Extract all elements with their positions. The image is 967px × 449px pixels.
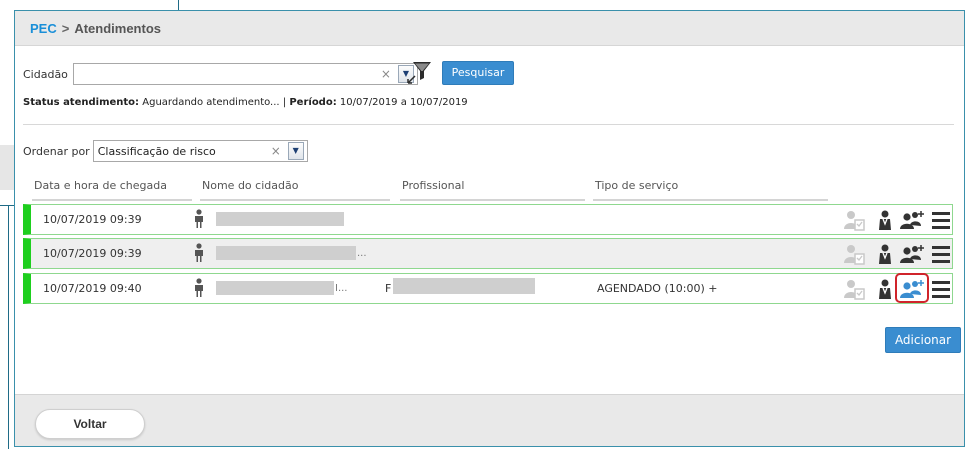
highlight-box: [895, 273, 929, 303]
status-separator: |: [282, 97, 287, 108]
person-standing-icon: [195, 243, 203, 262]
arrival-time: 10/07/2019 09:39: [43, 213, 142, 226]
guide-line-tick: [0, 205, 14, 206]
order-dropdown-icon[interactable]: ▼: [287, 142, 304, 160]
status-value: Aguardando atendimento...: [142, 97, 280, 108]
period-value: 10/07/2019 a 10/07/2019: [339, 97, 468, 108]
doctor-icon[interactable]: [877, 278, 893, 300]
back-button[interactable]: Voltar: [35, 409, 145, 439]
user-clipboard-icon[interactable]: [843, 209, 865, 231]
professional-name: F: [385, 282, 392, 295]
column-header-professional[interactable]: Profissional: [400, 177, 585, 201]
guide-line-left: [8, 205, 9, 449]
group-add-icon[interactable]: [899, 209, 925, 231]
citizen-name-redacted: [216, 246, 356, 260]
citizen-label: Cidadão: [23, 67, 68, 81]
divider: [23, 124, 954, 125]
footer-bar: Voltar: [15, 394, 964, 446]
hamburger-menu-icon[interactable]: [931, 209, 951, 231]
left-panel-edge: [0, 145, 14, 190]
order-combobox[interactable]: Classificação de risco × ▼: [92, 140, 308, 162]
breadcrumb: PEC > Atendimentos: [15, 11, 964, 46]
breadcrumb-link-pec[interactable]: PEC: [30, 21, 57, 36]
citizen-name-suffix: I...: [335, 283, 348, 294]
citizen-name-suffix: ...: [357, 248, 367, 259]
column-header-arrival[interactable]: Data e hora de chegada: [32, 177, 192, 201]
citizen-combobox[interactable]: × ▼: [72, 63, 418, 85]
order-row: Ordenar por Classificação de risco × ▼: [23, 140, 308, 162]
arrival-time: 10/07/2019 09:39: [43, 247, 142, 260]
table-row[interactable]: 10/07/2019 09:40 I... F AGENDADO (10:00)…: [23, 273, 953, 304]
doctor-icon[interactable]: [877, 209, 893, 231]
status-summary: Status atendimento: Aguardando atendimen…: [23, 97, 468, 108]
guide-line-top: [178, 0, 179, 10]
table-row[interactable]: 10/07/2019 09:39: [23, 204, 953, 235]
service-type: AGENDADO (10:00) +: [597, 282, 718, 295]
person-standing-icon: [195, 278, 203, 297]
attendance-panel: PEC > Atendimentos Cidadão × ▼ Pesquisar…: [14, 10, 965, 447]
column-header-service[interactable]: Tipo de serviço: [593, 177, 828, 201]
citizen-clear-icon[interactable]: ×: [381, 67, 391, 81]
citizen-name-redacted: [216, 281, 334, 295]
filter-icon[interactable]: [405, 58, 433, 86]
breadcrumb-current: Atendimentos: [74, 20, 161, 36]
citizen-filter-row: Cidadão × ▼: [23, 62, 418, 86]
user-clipboard-icon[interactable]: [843, 243, 865, 265]
arrival-time: 10/07/2019 09:40: [43, 282, 142, 295]
hamburger-menu-icon[interactable]: [931, 243, 951, 265]
add-button[interactable]: Adicionar: [885, 327, 961, 353]
breadcrumb-separator: >: [61, 20, 70, 36]
search-button[interactable]: Pesquisar: [442, 61, 514, 85]
person-standing-icon: [195, 209, 203, 228]
order-label: Ordenar por: [23, 144, 90, 158]
group-add-icon[interactable]: [899, 243, 925, 265]
professional-name-redacted: [393, 278, 535, 294]
status-label: Status atendimento:: [23, 97, 140, 108]
order-value: Classificação de risco: [97, 145, 216, 158]
citizen-name-redacted: [216, 212, 344, 226]
column-header-citizen[interactable]: Nome do cidadão: [200, 177, 390, 201]
hamburger-menu-icon[interactable]: [931, 278, 951, 300]
user-clipboard-icon[interactable]: [843, 278, 865, 300]
table-row[interactable]: 10/07/2019 09:39 ...: [23, 238, 953, 269]
doctor-icon[interactable]: [877, 243, 893, 265]
period-label: Período:: [289, 97, 337, 108]
order-clear-icon[interactable]: ×: [271, 144, 281, 158]
